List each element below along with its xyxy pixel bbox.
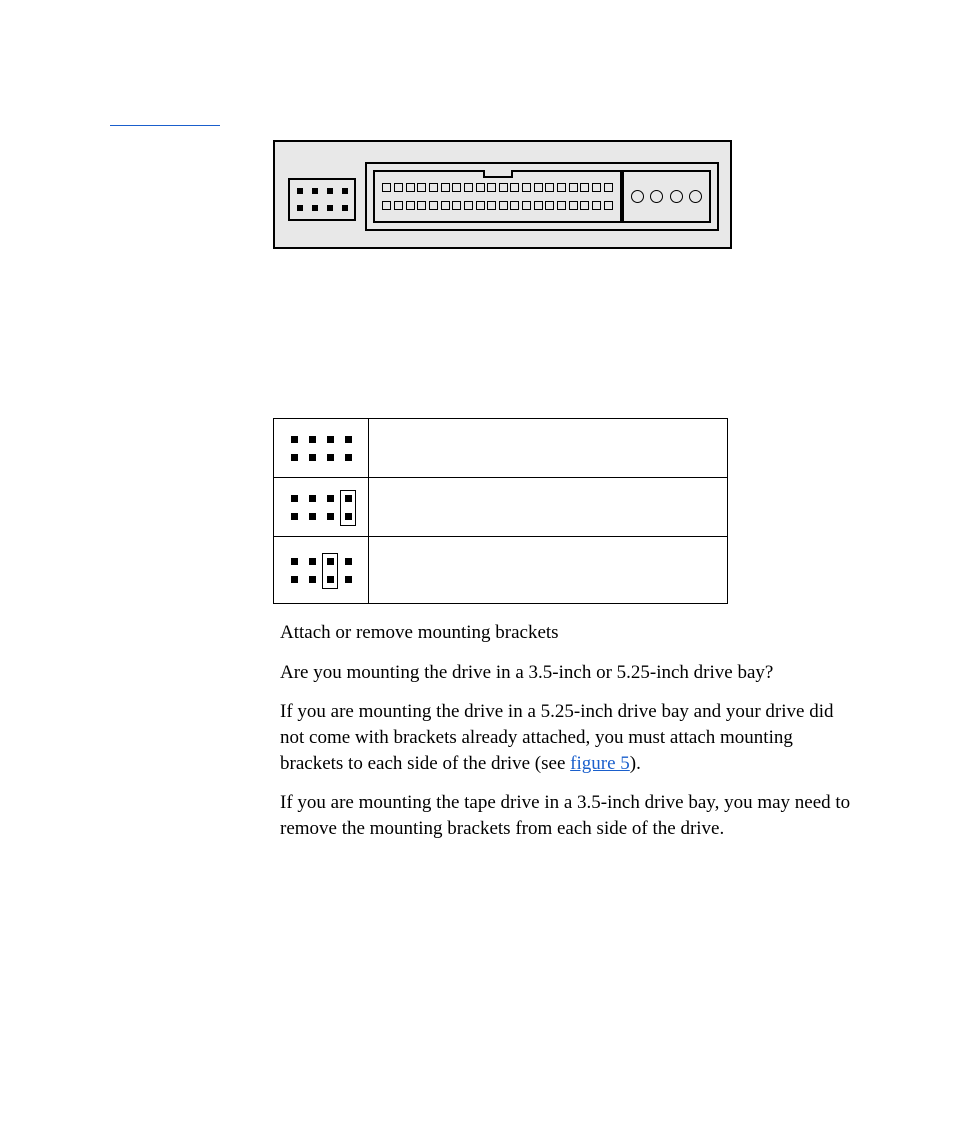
figure-5-link[interactable]: figure 5 xyxy=(570,753,630,774)
paragraph-525: If you are mounting the drive in a 5.25-… xyxy=(280,699,860,776)
paragraph-question: Are you mounting the drive in a 3.5-inch… xyxy=(280,660,860,686)
jumper-settings-table xyxy=(273,418,728,604)
jumper-setting-label xyxy=(369,537,728,604)
power-connector-icon xyxy=(622,170,711,223)
table-row xyxy=(274,478,728,537)
jumper-setting-label xyxy=(369,419,728,478)
paragraph-525-b: ). xyxy=(630,753,641,774)
body-text: Attach or remove mounting brackets Are y… xyxy=(280,620,860,855)
document-page: Attach or remove mounting brackets Are y… xyxy=(0,0,954,1145)
jumper-setting-no-jumper-icon xyxy=(286,432,356,466)
ide-connector-icon xyxy=(373,170,622,223)
table-row xyxy=(274,537,728,604)
step-heading: Attach or remove mounting brackets xyxy=(280,620,860,646)
paragraph-35: If you are mounting the tape drive in a … xyxy=(280,790,860,841)
drive-rear-diagram xyxy=(273,140,732,249)
table-row xyxy=(274,419,728,478)
paragraph-525-a: If you are mounting the drive in a 5.25-… xyxy=(280,701,834,773)
jumper-setting-col4-icon xyxy=(286,491,356,525)
jumper-block-icon xyxy=(288,178,356,221)
step-title: Attach or remove mounting brackets xyxy=(280,622,559,643)
jumper-setting-label xyxy=(369,478,728,537)
header-rule xyxy=(110,125,220,126)
connector-block xyxy=(365,162,719,231)
jumper-setting-col3-icon xyxy=(286,554,356,588)
